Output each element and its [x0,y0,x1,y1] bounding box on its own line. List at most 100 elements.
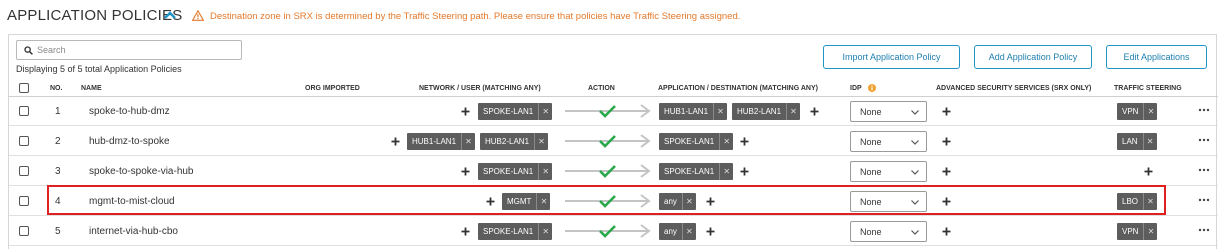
edit-applications-button[interactable]: Edit Applications [1106,45,1207,69]
remove-tag-icon[interactable]: ✕ [461,133,475,150]
more-options-icon[interactable] [1198,165,1210,175]
table-row[interactable]: 1 spoke-to-hub-dmz SPOKE-LAN1 ✕ HUB1-LAN1… [9,97,1218,126]
table-row[interactable]: 5 internet-via-hub-cbo SPOKE-LAN1 ✕ any ✕ … [9,217,1218,246]
application-tag: HUB2-LAN1 ✕ [732,103,801,120]
allow-action-icon[interactable] [563,162,653,180]
chevron-down-icon [911,140,919,145]
add-application-icon[interactable] [810,107,819,116]
col-traffic-steering: TRAFFIC STEERING [1114,85,1182,92]
add-security-service-icon[interactable] [942,167,951,176]
remove-tag-icon[interactable]: ✕ [713,103,727,120]
row-number: 2 [55,136,61,147]
policy-name[interactable]: internet-via-hub-cbo [89,226,178,237]
col-advanced-security: ADVANCED SECURITY SERVICES (SRX ONLY) [936,85,1092,92]
add-security-service-icon[interactable] [942,107,951,116]
remove-tag-icon[interactable]: ✕ [681,193,696,210]
page-title: APPLICATION POLICIES [7,7,183,24]
allow-action-icon[interactable] [563,132,653,150]
remove-tag-icon[interactable]: ✕ [538,103,552,120]
col-action: ACTION [588,85,615,92]
col-network: NETWORK / USER (MATCHING ANY) [419,85,541,92]
col-no: NO. [50,85,63,92]
application-tag: SPOKE-LAN1 ✕ [659,163,734,180]
remove-tag-icon[interactable]: ✕ [536,193,550,210]
remove-tag-icon[interactable]: ✕ [1143,103,1157,120]
more-options-icon[interactable] [1198,105,1210,115]
policy-name[interactable]: hub-dmz-to-spoke [89,136,170,147]
steering-tag: LBO ✕ [1117,193,1158,210]
idp-select[interactable]: None [850,131,927,152]
warning-icon [192,10,204,21]
remove-tag-icon[interactable]: ✕ [538,163,552,180]
row-checkbox[interactable] [19,106,29,116]
row-checkbox[interactable] [19,136,29,146]
idp-select[interactable]: None [850,101,927,122]
row-checkbox[interactable] [19,226,29,236]
more-options-icon[interactable] [1198,135,1210,145]
network-tag: SPOKE-LAN1 ✕ [478,103,553,120]
allow-action-icon[interactable] [563,192,653,210]
add-network-icon[interactable] [461,227,470,236]
table-header: NO. NAME ORG IMPORTED NETWORK / USER (MA… [9,81,1218,97]
chevron-down-icon [911,200,919,205]
add-application-icon[interactable] [740,137,749,146]
search-input[interactable] [37,43,237,57]
add-network-icon[interactable] [461,107,470,116]
add-application-policy-button[interactable]: Add Application Policy [974,45,1092,69]
remove-tag-icon[interactable]: ✕ [1142,133,1157,150]
row-checkbox[interactable] [19,196,29,206]
steering-tag: VPN ✕ [1117,223,1158,240]
idp-select[interactable]: None [850,191,927,212]
add-security-service-icon[interactable] [942,227,951,236]
network-tag: HUB1-LAN1 ✕ [407,133,476,150]
table-row[interactable]: 4 mgmt-to-mist-cloud MGMT ✕ any ✕ None LBO… [9,187,1218,216]
add-network-icon[interactable] [461,167,470,176]
add-steering-icon[interactable] [1144,167,1153,176]
page-header: APPLICATION POLICIES Destination zone in… [0,0,1218,34]
add-network-icon[interactable] [486,197,495,206]
network-tag: SPOKE-LAN1 ✕ [478,223,553,240]
steering-tag: VPN ✕ [1117,103,1158,120]
add-security-service-icon[interactable] [942,137,951,146]
table-row[interactable]: 2 hub-dmz-to-spoke HUB1-LAN1 ✕ HUB2-LAN1 ✕… [9,127,1218,156]
allow-action-icon[interactable] [563,102,653,120]
remove-tag-icon[interactable]: ✕ [786,103,800,120]
idp-select[interactable]: None [850,221,927,242]
search-box[interactable] [16,40,242,60]
policy-name[interactable]: mgmt-to-mist-cloud [89,196,175,207]
application-tag: SPOKE-LAN1 ✕ [659,133,734,150]
col-name: NAME [81,85,102,92]
more-options-icon[interactable] [1198,195,1210,205]
col-idp: IDP [850,85,862,92]
remove-tag-icon[interactable]: ✕ [719,133,733,150]
chevron-down-icon [911,170,919,175]
remove-tag-icon[interactable]: ✕ [1143,193,1157,210]
allow-action-icon[interactable] [563,222,653,240]
row-number: 4 [55,196,61,207]
import-application-policy-button[interactable]: Import Application Policy [823,45,960,69]
select-all-checkbox[interactable] [19,83,29,93]
search-icon [24,46,33,55]
idp-select[interactable]: None [850,161,927,182]
application-tag: any ✕ [659,223,696,240]
add-network-icon[interactable] [391,137,400,146]
add-application-icon[interactable] [740,167,749,176]
application-tag: any ✕ [659,193,696,210]
info-icon[interactable] [868,84,876,92]
add-application-icon[interactable] [706,227,715,236]
row-checkbox[interactable] [19,166,29,176]
steering-tag: LAN ✕ [1117,133,1157,150]
add-security-service-icon[interactable] [942,197,951,206]
policy-name[interactable]: spoke-to-hub-dmz [89,106,170,117]
remove-tag-icon[interactable]: ✕ [1143,223,1157,240]
remove-tag-icon[interactable]: ✕ [719,163,733,180]
add-application-icon[interactable] [706,197,715,206]
network-tag: HUB2-LAN1 ✕ [480,133,549,150]
table-row[interactable]: 3 spoke-to-spoke-via-hub SPOKE-LAN1 ✕ SPO… [9,157,1218,186]
remove-tag-icon[interactable]: ✕ [538,223,552,240]
remove-tag-icon[interactable]: ✕ [534,133,548,150]
more-options-icon[interactable] [1198,225,1210,235]
remove-tag-icon[interactable]: ✕ [681,223,696,240]
chevron-up-icon[interactable] [163,10,177,20]
policy-name[interactable]: spoke-to-spoke-via-hub [89,166,194,177]
